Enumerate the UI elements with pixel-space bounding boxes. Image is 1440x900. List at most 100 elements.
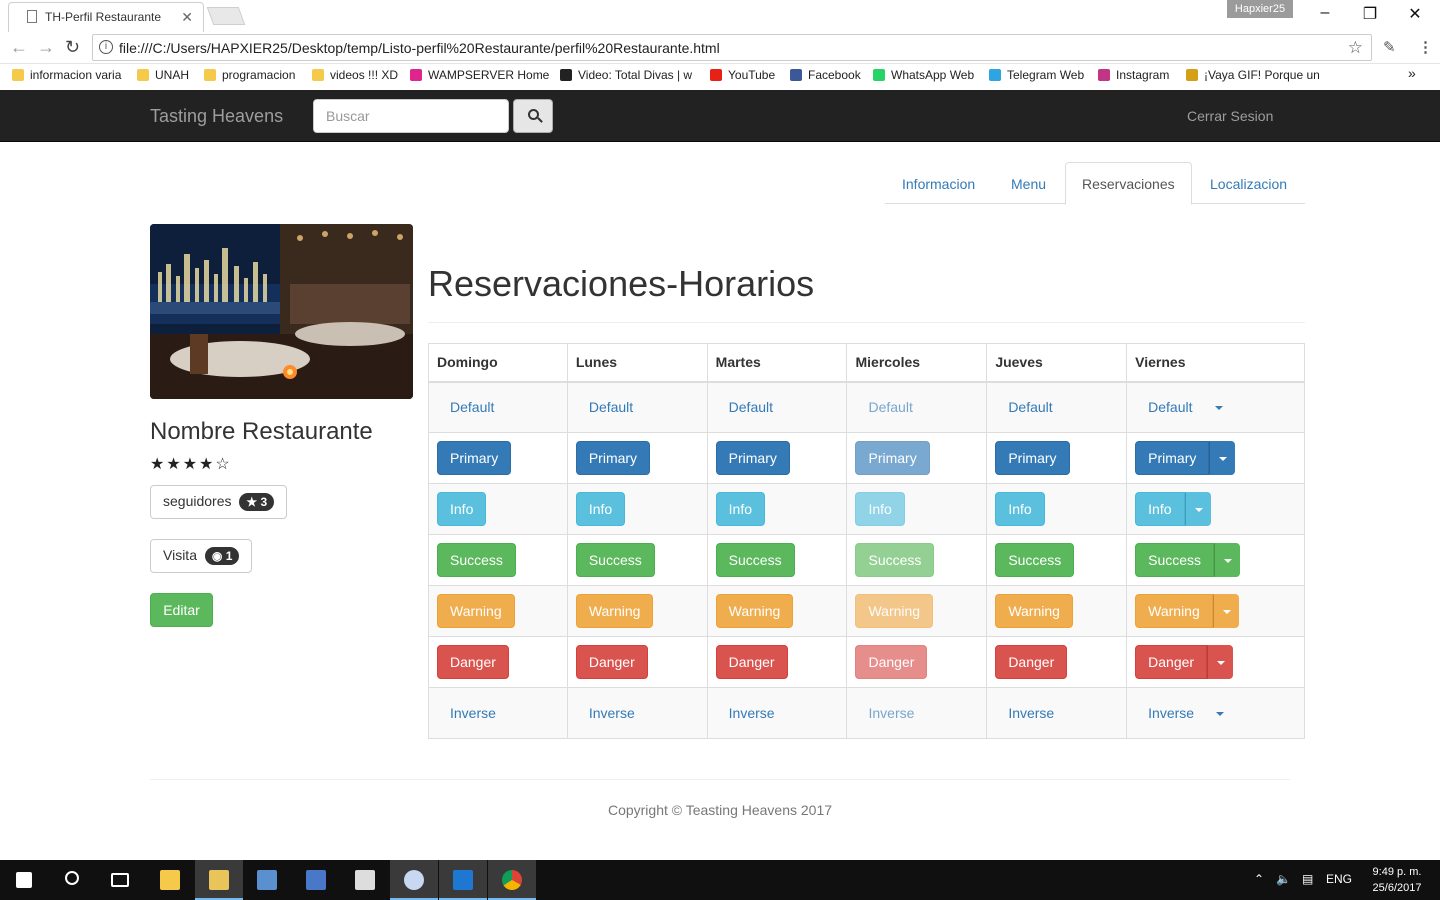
slot-button-default[interactable]: Default	[855, 390, 925, 424]
slot-button-primary[interactable]: Primary	[995, 441, 1070, 475]
dropdown-toggle[interactable]	[1209, 441, 1236, 475]
slot-button-info[interactable]: Info	[575, 492, 626, 526]
task-view-icon[interactable]	[96, 860, 144, 900]
slot-button-primary[interactable]: Primary	[1135, 441, 1210, 475]
explorer-window-icon[interactable]	[195, 860, 243, 900]
language-indicator[interactable]: ENG	[1326, 872, 1352, 886]
slot-button-inverse[interactable]: Inverse	[437, 696, 509, 730]
app-icon[interactable]	[292, 860, 340, 900]
bookmark-item[interactable]: Facebook	[790, 68, 861, 82]
chrome-icon[interactable]	[488, 860, 536, 900]
visits-button[interactable]: Visita ◉ 1	[150, 539, 253, 573]
slot-button-primary[interactable]: Primary	[715, 441, 790, 475]
reload-icon[interactable]: ↻	[65, 37, 80, 58]
minimize-icon[interactable]: –	[1310, 4, 1340, 24]
bookmark-star-icon[interactable]: ☆	[1348, 38, 1363, 58]
slot-button-default[interactable]: Default	[716, 390, 786, 424]
calculator-icon[interactable]	[341, 860, 389, 900]
slot-button-inverse[interactable]: Inverse	[855, 696, 927, 730]
slot-button-success[interactable]: Success	[575, 543, 655, 577]
slot-button-inverse[interactable]: Inverse	[576, 696, 648, 730]
dropdown-toggle[interactable]	[1184, 492, 1211, 526]
app-window-icon[interactable]	[439, 860, 487, 900]
slot-button-warning[interactable]: Warning	[855, 594, 934, 628]
edit-button[interactable]: Editar	[150, 593, 213, 627]
slot-button-default[interactable]: Default	[995, 390, 1065, 424]
notification-icon[interactable]: ▤	[1302, 872, 1313, 886]
slot-button-warning[interactable]: Warning	[575, 594, 654, 628]
bookmark-item[interactable]: informacion varia	[12, 68, 121, 82]
dropdown-toggle[interactable]	[1207, 645, 1234, 679]
close-tab-icon[interactable]: ✕	[181, 9, 193, 26]
slot-button-warning[interactable]: Warning	[1135, 594, 1213, 628]
slot-button-default[interactable]: Default	[576, 390, 646, 424]
tab-informacion[interactable]: Informacion	[885, 162, 992, 204]
dropdown-toggle[interactable]	[1214, 543, 1241, 577]
tab-menu[interactable]: Menu	[994, 162, 1063, 204]
slot-button-info[interactable]: Info	[855, 492, 905, 526]
profile-badge[interactable]: Hapxier25	[1227, 0, 1293, 18]
tab-localizacion[interactable]: Localizacion	[1193, 162, 1304, 204]
chevron-up-icon[interactable]: ⌃	[1254, 872, 1264, 886]
address-bar[interactable]: i file:///C:/Users/HAPXIER25/Desktop/tem…	[92, 34, 1372, 61]
brand-link[interactable]: Tasting Heavens	[150, 106, 283, 127]
search-input[interactable]	[313, 99, 509, 133]
slot-button-default[interactable]: Default	[437, 390, 507, 424]
bookmark-item[interactable]: Video: Total Divas | w	[560, 68, 692, 82]
paint-icon[interactable]	[390, 860, 438, 900]
slot-button-primary[interactable]: Primary	[855, 441, 930, 475]
maximize-icon[interactable]: ❐	[1355, 4, 1385, 24]
slot-button-success[interactable]: Success	[437, 543, 516, 577]
info-icon[interactable]: i	[99, 40, 113, 54]
slot-button-danger[interactable]: Danger	[995, 645, 1068, 679]
slot-button-primary[interactable]: Primary	[437, 441, 512, 475]
eyedropper-icon[interactable]: ✎	[1383, 38, 1396, 56]
slot-button-inverse[interactable]: Inverse	[995, 696, 1067, 730]
slot-button-warning[interactable]: Warning	[995, 594, 1073, 628]
dropdown-toggle[interactable]	[1212, 594, 1239, 628]
dropdown-toggle[interactable]	[1206, 390, 1232, 424]
slot-button-danger[interactable]: Danger	[855, 645, 928, 679]
slot-button-info[interactable]: Info	[995, 492, 1045, 526]
browser-tab[interactable]: TH-Perfil Restaurante ✕	[8, 2, 204, 32]
more-bookmarks-icon[interactable]: »	[1408, 65, 1416, 81]
slot-button-success[interactable]: Success	[715, 543, 795, 577]
clock[interactable]: 9:49 p. m. 25/6/2017	[1362, 864, 1432, 896]
slot-button-default[interactable]: Default	[1135, 390, 1205, 424]
file-explorer-icon[interactable]	[146, 860, 194, 900]
back-icon[interactable]: ←	[10, 37, 28, 58]
logout-link[interactable]: Cerrar Sesion	[1187, 108, 1273, 124]
bookmark-item[interactable]: WhatsApp Web	[873, 68, 974, 82]
new-tab-button[interactable]	[206, 7, 246, 25]
volume-icon[interactable]: 🔈	[1276, 872, 1291, 886]
remote-desktop-icon[interactable]	[243, 860, 291, 900]
bookmark-item[interactable]: UNAH	[137, 68, 189, 82]
slot-button-warning[interactable]: Warning	[715, 594, 794, 628]
start-icon[interactable]	[0, 860, 48, 900]
bookmark-item[interactable]: ¡Vaya GIF! Porque un	[1186, 68, 1320, 82]
followers-button[interactable]: seguidores ★ 3	[150, 485, 288, 519]
slot-button-danger[interactable]: Danger	[437, 645, 509, 679]
bookmark-item[interactable]: Instagram	[1098, 68, 1169, 82]
dropdown-toggle[interactable]	[1207, 696, 1233, 730]
slot-button-info[interactable]: Info	[437, 492, 487, 526]
slot-button-danger[interactable]: Danger	[575, 645, 648, 679]
slot-button-warning[interactable]: Warning	[437, 594, 515, 628]
tab-reservaciones[interactable]: Reservaciones	[1065, 162, 1192, 205]
bookmark-item[interactable]: videos !!! XD	[312, 68, 398, 82]
slot-button-primary[interactable]: Primary	[575, 441, 651, 475]
slot-button-success[interactable]: Success	[995, 543, 1075, 577]
slot-button-danger[interactable]: Danger	[715, 645, 788, 679]
slot-button-success[interactable]: Success	[855, 543, 935, 577]
slot-button-inverse[interactable]: Inverse	[716, 696, 788, 730]
bookmark-item[interactable]: WAMPSERVER Home	[410, 68, 549, 82]
slot-button-info[interactable]: Info	[1135, 492, 1185, 526]
slot-button-danger[interactable]: Danger	[1135, 645, 1208, 679]
slot-button-success[interactable]: Success	[1135, 543, 1215, 577]
slot-button-info[interactable]: Info	[715, 492, 766, 526]
bookmark-item[interactable]: Telegram Web	[989, 68, 1084, 82]
menu-icon[interactable]: ⋮	[1418, 38, 1433, 56]
close-window-icon[interactable]: ✕	[1400, 4, 1430, 24]
bookmark-item[interactable]: programacion	[204, 68, 295, 82]
search-icon[interactable]	[48, 860, 96, 900]
